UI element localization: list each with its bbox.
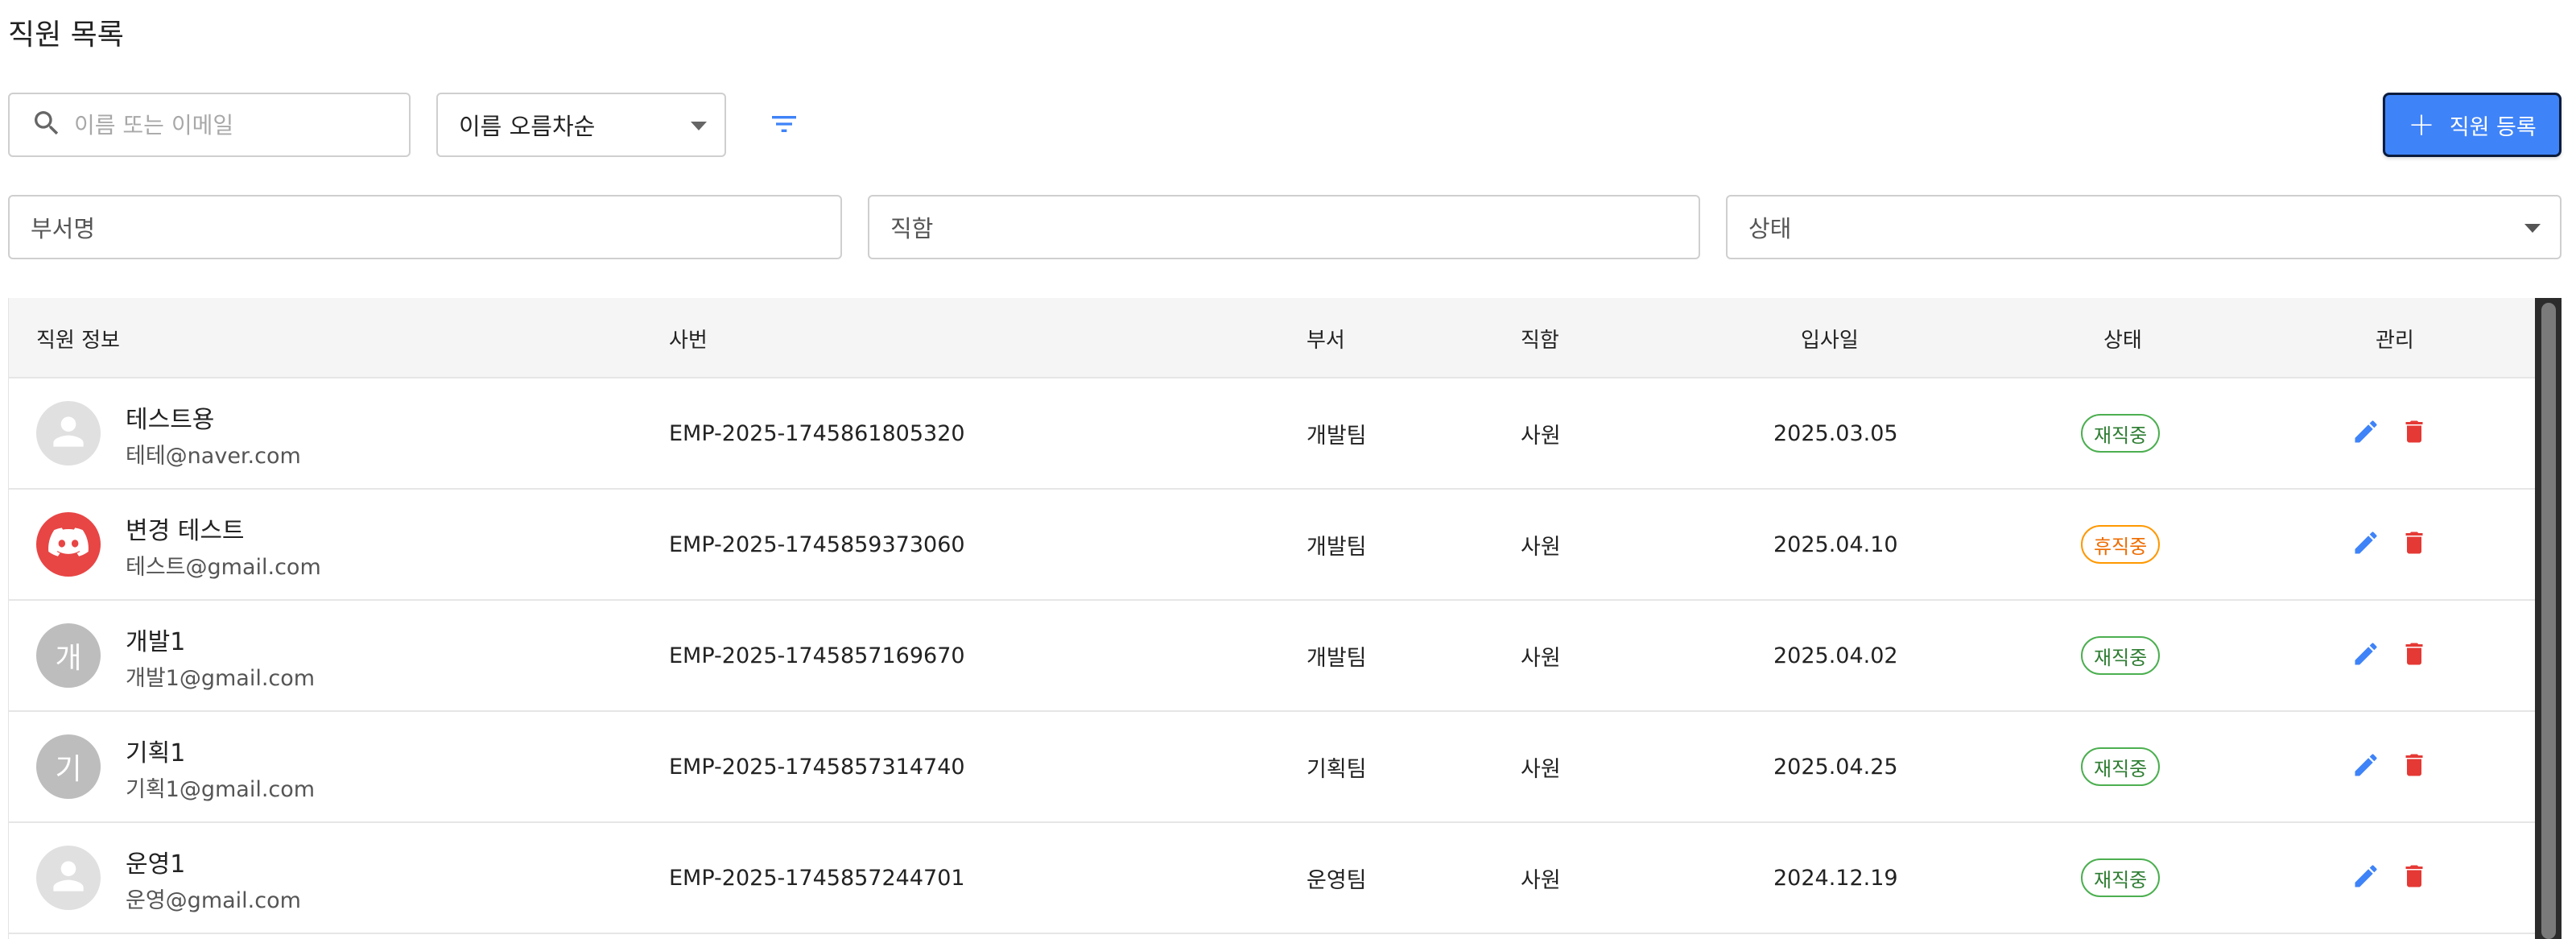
chevron-down-icon (2524, 224, 2541, 233)
trash-icon (2400, 528, 2429, 561)
employee-department: 운영팀 (1307, 867, 1367, 893)
header-department: 부서 (1307, 328, 1345, 353)
position-filter-input[interactable]: 직함 (868, 195, 1700, 259)
employee-number: EMP-2025-1745861805320 (669, 420, 965, 446)
status-badge: 재직중 (2081, 858, 2161, 897)
table-row[interactable]: 운영1 운영@gmail.com EMP-2025-1745857244701 운영팀… (9, 823, 2535, 934)
page-title: 직원 목록 (8, 19, 124, 52)
pencil-icon (2351, 417, 2380, 449)
status-filter-placeholder: 상태 (1748, 215, 1792, 242)
employee-email: 테테@naver.com (126, 444, 301, 469)
status-badge: 휴직중 (2081, 525, 2161, 564)
edit-button[interactable] (2350, 639, 2382, 672)
person-icon (46, 409, 91, 457)
table-row[interactable]: 테스트용테테@naver.com EMP-2025-1745861805320 개발… (9, 378, 2535, 490)
employee-number: EMP-2025-1745857169670 (669, 643, 965, 668)
employee-number: EMP-2025-1745859373060 (669, 532, 965, 557)
employee-email: 개발1@gmail.com (126, 666, 316, 691)
department-filter-placeholder: 부서명 (31, 215, 96, 242)
scrollbar-thumb[interactable] (2541, 303, 2556, 939)
employee-position: 사원 (1521, 756, 1561, 782)
avatar (36, 846, 101, 910)
status-badge: 재직중 (2081, 414, 2161, 453)
edit-button[interactable] (2350, 862, 2382, 894)
avatar: 기 (36, 734, 101, 799)
edit-button[interactable] (2350, 417, 2382, 449)
employee-name: 개발1 (126, 628, 186, 656)
employee-position: 사원 (1521, 423, 1561, 449)
employee-number: EMP-2025-1745857244701 (669, 865, 965, 891)
pencil-icon (2351, 528, 2380, 561)
trash-icon (2400, 639, 2429, 672)
employee-number: EMP-2025-1745857314740 (669, 754, 965, 780)
trash-icon (2400, 751, 2429, 783)
status-badge: 재직중 (2081, 747, 2161, 786)
table-scrollbar[interactable] (2535, 298, 2562, 939)
department-filter-input[interactable]: 부서명 (8, 195, 842, 259)
employee-name: 테스트용 (126, 406, 215, 434)
delete-button[interactable] (2398, 862, 2430, 894)
employee-hire-date: 2025.04.02 (1773, 643, 1898, 668)
chevron-down-icon (691, 122, 707, 130)
search-box[interactable] (8, 93, 411, 157)
employee-name: 운영1 (126, 850, 186, 879)
employee-position: 사원 (1521, 534, 1561, 560)
sort-select-value: 이름 오름차순 (459, 113, 596, 140)
header-manage: 관리 (2376, 328, 2414, 353)
status-filter-select[interactable]: 상태 (1726, 195, 2562, 259)
edit-button[interactable] (2350, 751, 2382, 783)
employee-department: 개발팀 (1307, 423, 1367, 449)
delete-button[interactable] (2398, 528, 2430, 561)
sort-select[interactable]: 이름 오름차순 (436, 93, 726, 157)
plus-icon: + (2408, 106, 2435, 143)
pencil-icon (2351, 751, 2380, 783)
employee-name: 기획1 (126, 739, 186, 767)
status-badge: 재직중 (2081, 636, 2161, 675)
avatar (36, 401, 101, 465)
table-row[interactable]: 변경 테스트테스트@gmail.com EMP-2025-174585937306… (9, 490, 2535, 601)
add-employee-button[interactable]: + 직원 등록 (2383, 93, 2562, 157)
employee-position: 사원 (1521, 867, 1561, 893)
pencil-icon (2351, 862, 2380, 894)
employee-table: 직원 정보 사번 부서 직함 입사일 상태 관리 테스트용테테@naver.co… (8, 298, 2562, 939)
employee-hire-date: 2025.04.25 (1773, 754, 1898, 780)
header-position: 직함 (1521, 328, 1559, 353)
employee-position: 사원 (1521, 645, 1561, 671)
employee-name: 변경 테스트 (126, 517, 245, 545)
trash-icon (2400, 862, 2429, 894)
filter-icon (768, 108, 800, 143)
delete-button[interactable] (2398, 751, 2430, 783)
header-status: 상태 (2103, 328, 2142, 353)
pencil-icon (2351, 639, 2380, 672)
employee-hire-date: 2025.03.05 (1773, 420, 1898, 446)
delete-button[interactable] (2398, 639, 2430, 672)
avatar: 개 (36, 623, 101, 688)
person-icon (46, 854, 91, 902)
employee-department: 개발팀 (1307, 534, 1367, 560)
employee-hire-date: 2025.04.10 (1773, 532, 1898, 557)
discord-logo-icon (46, 520, 91, 569)
delete-button[interactable] (2398, 417, 2430, 449)
filter-toggle-button[interactable] (762, 103, 807, 148)
search-input[interactable] (74, 111, 380, 139)
search-icon (31, 107, 63, 143)
employee-email: 운영@gmail.com (126, 888, 301, 913)
table-row[interactable]: 기 기획1 기획1@gmail.com EMP-2025-1745857314740 기… (9, 712, 2535, 823)
employee-email: 기획1@gmail.com (126, 777, 316, 802)
position-filter-placeholder: 직함 (890, 215, 934, 242)
employee-email: 테스트@gmail.com (126, 555, 321, 580)
employee-department: 기획팀 (1307, 756, 1367, 782)
table-row[interactable]: 개 개발1 개발1@gmail.com EMP-2025-1745857169670 개… (9, 601, 2535, 712)
employee-department: 개발팀 (1307, 645, 1367, 671)
edit-button[interactable] (2350, 528, 2382, 561)
table-header: 직원 정보 사번 부서 직함 입사일 상태 관리 (9, 298, 2535, 378)
trash-icon (2400, 417, 2429, 449)
employee-hire-date: 2024.12.19 (1773, 865, 1898, 891)
add-employee-label: 직원 등록 (2449, 114, 2537, 140)
header-emp-no: 사번 (669, 328, 708, 353)
avatar (36, 512, 101, 577)
header-employee-info: 직원 정보 (36, 328, 120, 353)
header-hire-date: 입사일 (1801, 328, 1859, 353)
